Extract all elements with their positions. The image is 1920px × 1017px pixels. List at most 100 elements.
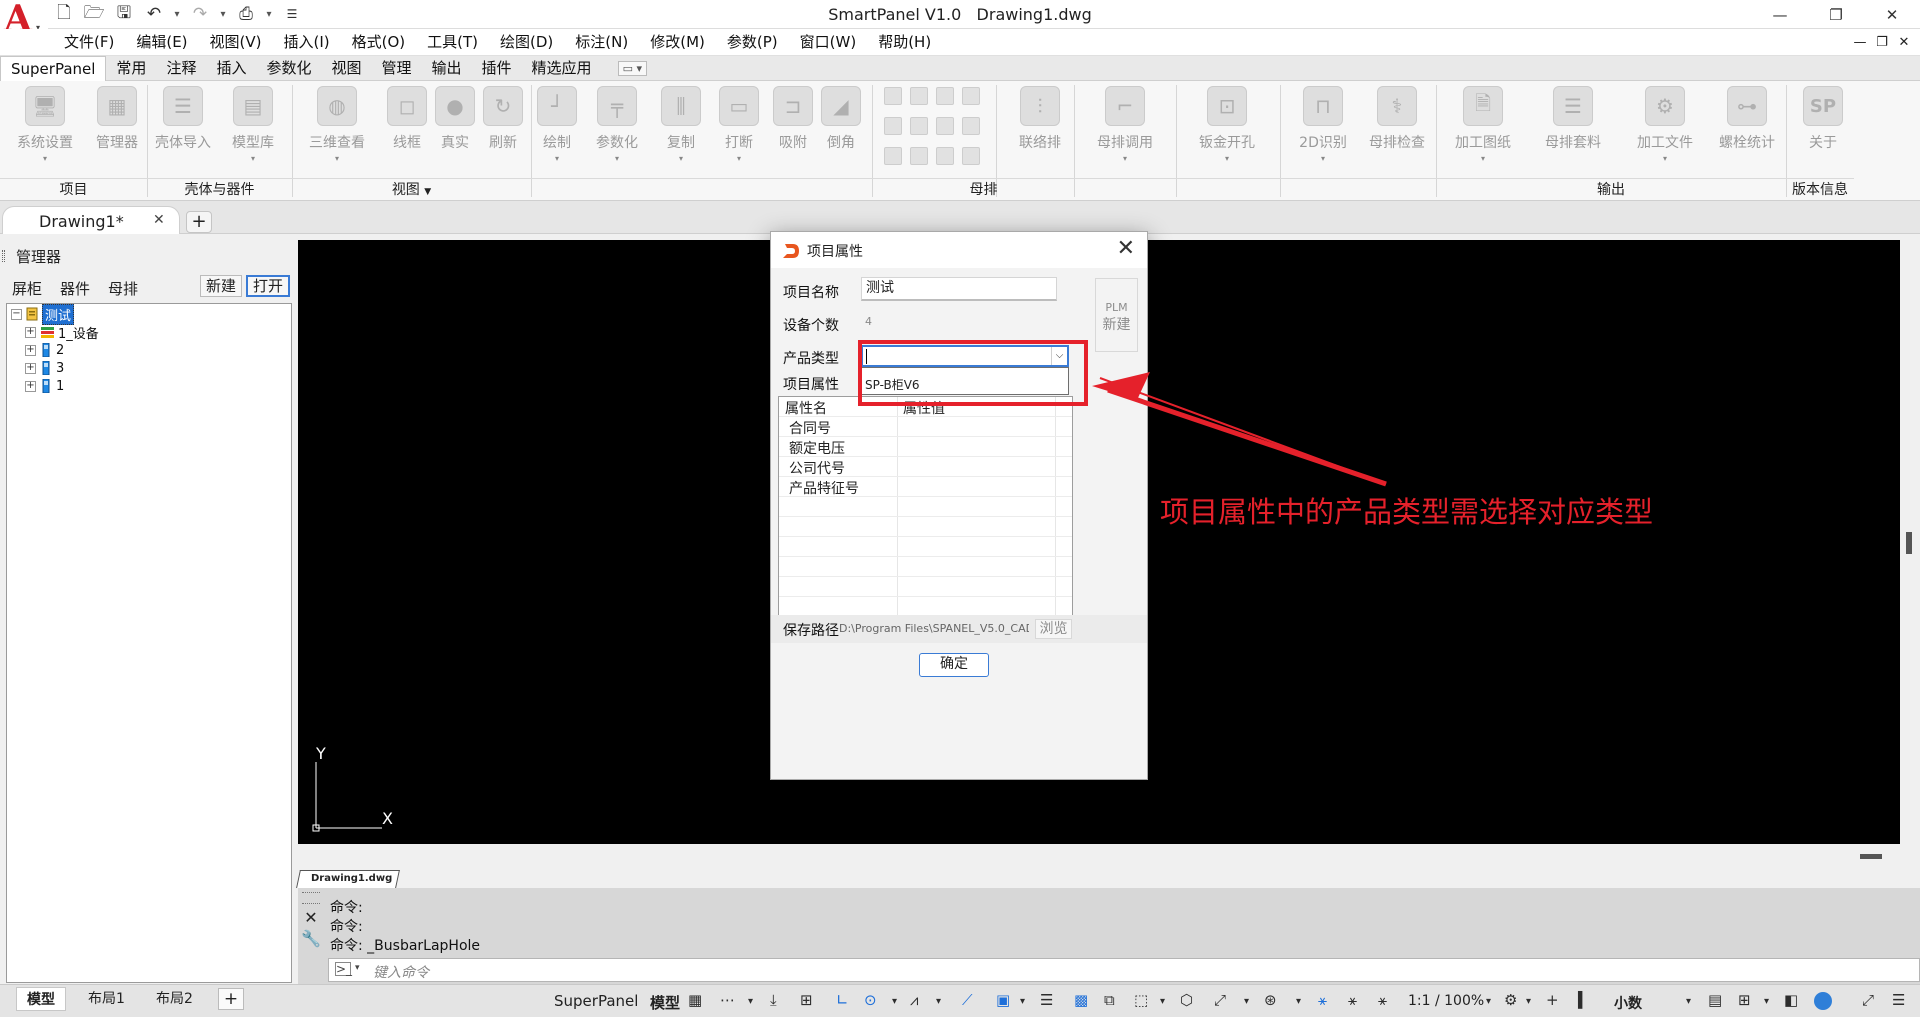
doc-restore-icon[interactable]: ❐ — [1874, 35, 1890, 50]
scroll-thumb[interactable] — [1906, 532, 1912, 554]
selection-cycling-icon[interactable]: ⧉ — [1104, 991, 1115, 1009]
doc-close-icon[interactable]: ✕ — [1896, 35, 1912, 50]
object-snap-icon[interactable]: ▣ — [996, 991, 1010, 1009]
manager-tab-busbar[interactable]: 母排 — [108, 278, 138, 299]
infer-constraints-icon[interactable]: ⤓ — [770, 991, 777, 1009]
table-row[interactable] — [779, 557, 1072, 577]
chain-busbar-button[interactable]: ⫶ 联络排 — [1003, 86, 1077, 164]
panel-grip-icon[interactable] — [2, 250, 5, 262]
minimize-button[interactable]: — — [1752, 0, 1808, 29]
object-snap-tracking-icon[interactable]: ⟋ — [962, 991, 973, 1009]
close-tab-icon[interactable]: ✕ — [153, 212, 165, 228]
busbar-nesting-button[interactable]: ☰ 母排套料 — [1536, 86, 1610, 164]
tool-small-icon[interactable] — [962, 117, 980, 135]
menu-draw[interactable]: 绘图(D) — [489, 29, 564, 56]
about-button[interactable]: SP 关于 — [1786, 86, 1860, 164]
panel-grip-icon[interactable] — [302, 892, 320, 904]
dropdown-icon[interactable]: ▾ — [1296, 996, 1301, 1007]
isolate-objects-icon[interactable]: ◧ — [1784, 991, 1798, 1009]
dropdown-icon[interactable]: ▾ — [1764, 996, 1769, 1007]
tree-item[interactable]: +1 — [25, 377, 64, 395]
tab-featured[interactable]: 精选应用 — [522, 56, 602, 81]
menu-tools[interactable]: 工具(T) — [416, 29, 489, 56]
grid-icon[interactable]: ▦ — [688, 991, 702, 1009]
ok-button[interactable]: 确定 — [919, 653, 989, 677]
hardware-acceleration-icon[interactable] — [1814, 992, 1832, 1010]
annotation-visibility-icon[interactable]: ⚹ — [1318, 991, 1327, 1009]
expand-icon[interactable]: + — [25, 380, 36, 392]
tool-small-icon[interactable] — [910, 117, 928, 135]
dropdown-icon[interactable]: ▾ — [355, 963, 360, 973]
tool-small-icon[interactable] — [884, 147, 902, 165]
table-row[interactable]: 合同号 — [779, 417, 1072, 437]
recognize-2d-button[interactable]: ⊓ 2D识别 ▾ — [1286, 86, 1360, 164]
menu-modify[interactable]: 修改(M) — [639, 29, 716, 56]
transparency-icon[interactable]: ▩ — [1074, 991, 1088, 1009]
quick-properties-icon[interactable]: ▤ — [1708, 991, 1722, 1009]
workspace-gear-icon[interactable]: ⚙ — [1504, 991, 1517, 1009]
product-type-option[interactable]: SP-B柜V6 — [865, 376, 920, 393]
polar-tracking-icon[interactable]: ⊙ — [864, 991, 877, 1009]
manager-button[interactable]: ▦ 管理器 — [80, 86, 154, 164]
tool-small-icon[interactable] — [936, 87, 954, 105]
dynamic-input-icon[interactable]: ⊞ — [800, 991, 813, 1009]
dropdown-icon[interactable]: ▾ — [1160, 996, 1165, 1007]
annotation-monitor-icon[interactable]: + — [1546, 991, 1559, 1009]
undo-dropdown-icon[interactable]: ▾ — [172, 9, 182, 20]
restore-button[interactable]: ❐ — [1808, 0, 1864, 29]
tab-annotate[interactable]: 注释 — [156, 56, 206, 81]
tab-parametric[interactable]: 参数化 — [256, 56, 321, 81]
dynamic-ucs-icon[interactable]: ⬡ — [1180, 991, 1193, 1009]
menu-edit[interactable]: 编辑(E) — [125, 29, 198, 56]
model-space-label[interactable]: 模型 — [650, 992, 680, 1013]
view-3d-button[interactable]: ◍ 三维查看 ▾ — [300, 86, 374, 164]
layout-tab-2[interactable]: 布局2 — [146, 987, 203, 1011]
chevron-down-icon[interactable]: ⌵ — [1051, 347, 1067, 365]
dropdown-icon[interactable]: ▾ — [1686, 996, 1691, 1007]
gizmo-icon[interactable]: ⊛ — [1264, 991, 1277, 1009]
new-file-icon[interactable]: 🗋 — [52, 2, 76, 26]
horizontal-scrollbar[interactable] — [298, 844, 1920, 868]
bolt-statistics-button[interactable]: ⊶ 螺栓统计 — [1710, 86, 1784, 164]
redo-icon[interactable]: ↷ — [188, 2, 212, 26]
selection-filter-icon[interactable]: ⤢ — [1214, 991, 1226, 1009]
open-folder-icon[interactable]: 🗁 — [82, 2, 106, 26]
ortho-icon[interactable]: ∟ — [836, 991, 849, 1009]
tab-output[interactable]: 输出 — [422, 56, 472, 81]
clean-screen-icon[interactable]: ⤢ — [1862, 991, 1874, 1009]
sheet-metal-hole-button[interactable]: ⊡ 钣金开孔 ▾ — [1190, 86, 1264, 164]
open-project-button[interactable]: 打开 — [246, 275, 290, 297]
tool-small-icon[interactable] — [936, 117, 954, 135]
menu-view[interactable]: 视图(V) — [199, 29, 273, 56]
tab-view[interactable]: 视图 — [321, 56, 371, 81]
table-row[interactable] — [779, 497, 1072, 517]
table-row[interactable]: 公司代号 — [779, 457, 1072, 477]
print-icon[interactable]: ⎙ — [234, 2, 258, 26]
lock-ui-icon[interactable]: ⊞ — [1738, 991, 1751, 1009]
manager-tab-cabinet[interactable]: 屏柜 — [12, 278, 42, 299]
layout-tab-1[interactable]: 布局1 — [78, 987, 135, 1011]
3d-osnap-icon[interactable]: ⬚ — [1134, 991, 1148, 1009]
command-prompt-icon[interactable]: >_ — [335, 962, 352, 976]
group-label-view[interactable]: 视图 ▼ — [292, 178, 531, 200]
expand-icon[interactable]: + — [25, 362, 36, 374]
tree-item[interactable]: +1_设备 — [25, 323, 99, 342]
undo-icon[interactable]: ↶ — [142, 2, 166, 26]
project-name-field[interactable]: 测试 — [861, 277, 1057, 301]
table-row[interactable] — [779, 517, 1072, 537]
tool-small-icon[interactable] — [962, 147, 980, 165]
tab-superpanel[interactable]: SuperPanel — [0, 55, 107, 81]
tool-small-icon[interactable] — [962, 87, 980, 105]
customization-icon[interactable]: ☰ — [1892, 991, 1905, 1009]
dialog-close-button[interactable]: ✕ — [1117, 236, 1135, 261]
command-input[interactable]: >_ ▾ 键入命令 — [328, 958, 1920, 982]
ribbon-options-icon[interactable]: ▭ ▾ — [617, 60, 647, 76]
tab-insert[interactable]: 插入 — [206, 56, 256, 81]
table-row[interactable]: 产品特征号 — [779, 477, 1072, 497]
add-layout-button[interactable]: + — [218, 988, 244, 1010]
isometric-icon[interactable]: ⩘ — [910, 991, 918, 1009]
save-path-field[interactable]: D:\Program Files\SPANEL_V5.0_CAD2018 — [839, 622, 1029, 635]
tree-item[interactable]: +3 — [25, 359, 64, 377]
annotation-scale-value[interactable]: 1:1 / 100% — [1408, 993, 1484, 1009]
tab-common[interactable]: 常用 — [106, 56, 156, 81]
